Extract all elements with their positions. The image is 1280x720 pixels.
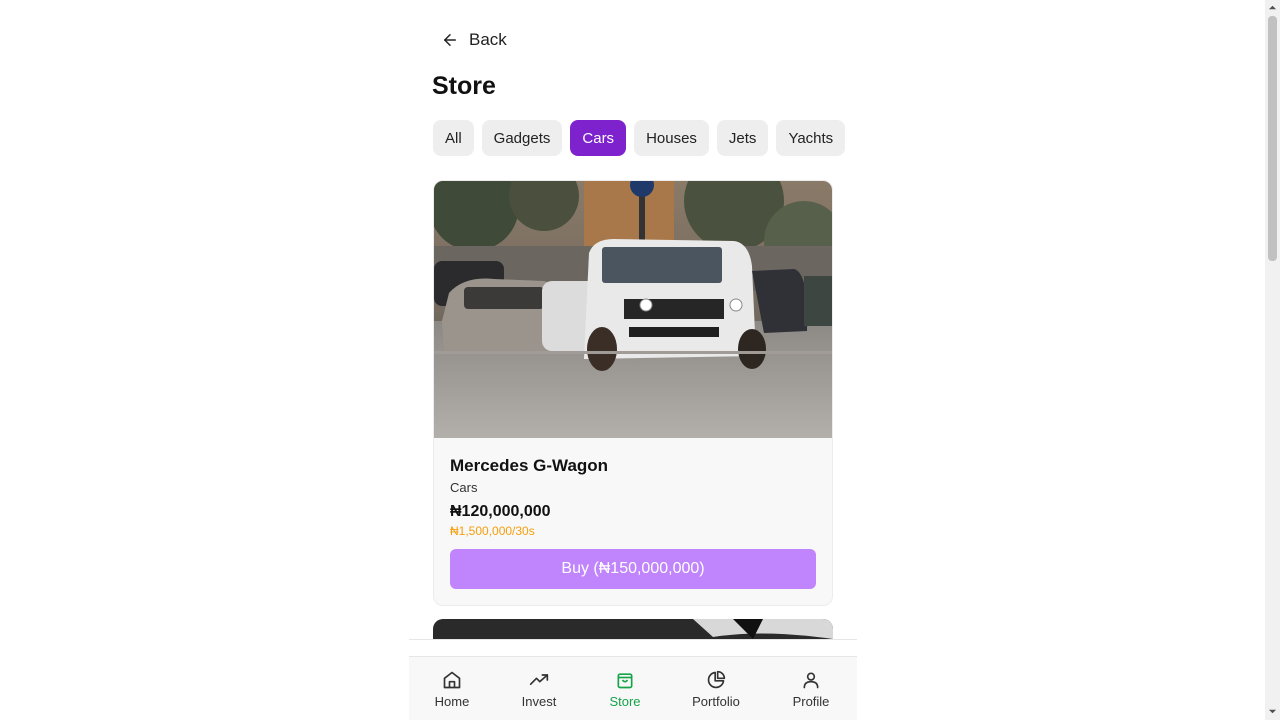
scrollbar-thumb[interactable]: [1268, 16, 1277, 261]
category-filter: All Gadgets Cars Houses Jets Yachts: [433, 120, 846, 156]
product-category: Cars: [450, 480, 478, 495]
shopping-bag-icon: [617, 672, 633, 688]
buy-button[interactable]: Buy (₦150,000,000): [450, 549, 816, 589]
nav-label-profile: Profile: [792, 693, 830, 709]
filter-chip-cars[interactable]: Cars: [570, 120, 627, 156]
arrow-left-icon: [444, 34, 456, 46]
page-title: Store: [432, 72, 496, 100]
page-scrollbar[interactable]: [1265, 0, 1280, 720]
product-info: Mercedes G-Wagon Cars ₦120,000,000 ₦1,50…: [450, 456, 816, 538]
nav-item-invest[interactable]: Invest: [517, 657, 561, 720]
scroll-down-arrow-icon[interactable]: [1268, 707, 1277, 716]
nav-item-portfolio[interactable]: Portfolio: [690, 657, 742, 720]
product-card: Mercedes G-Wagon Cars ₦120,000,000 ₦1,50…: [433, 180, 833, 606]
nav-separator: [409, 639, 857, 656]
back-label: Back: [469, 30, 507, 49]
filter-chip-jets[interactable]: Jets: [716, 120, 769, 156]
product-image: [434, 181, 832, 438]
app-viewport: Back Store All Gadgets Cars Houses Jets …: [0, 0, 1280, 720]
pie-chart-icon: [707, 670, 726, 688]
store-page: Back Store All Gadgets Cars Houses Jets …: [409, 0, 857, 720]
user-icon: [803, 672, 819, 688]
nav-label-portfolio: Portfolio: [692, 693, 740, 709]
filter-chip-all[interactable]: All: [433, 120, 474, 156]
filter-chip-gadgets[interactable]: Gadgets: [481, 120, 563, 156]
product-price: ₦120,000,000: [450, 503, 551, 520]
scroll-up-arrow-icon[interactable]: [1268, 3, 1277, 12]
nav-label-store: Store: [609, 693, 641, 709]
home-icon: [443, 671, 461, 688]
product-earning-rate: ₦1,500,000/30s: [450, 524, 535, 538]
bottom-nav: Home Invest Store Portfolio Profile: [409, 656, 857, 720]
product-name: Mercedes G-Wagon: [450, 456, 609, 475]
nav-label-home: Home: [434, 693, 470, 709]
back-button[interactable]: Back: [441, 26, 507, 54]
filter-chip-houses[interactable]: Houses: [634, 120, 709, 156]
nav-item-store[interactable]: Store: [603, 657, 647, 720]
trending-up-icon: [529, 673, 549, 685]
nav-label-invest: Invest: [521, 693, 557, 709]
nav-item-home[interactable]: Home: [430, 657, 474, 720]
filter-chip-yachts[interactable]: Yachts: [776, 120, 846, 156]
nav-item-profile[interactable]: Profile: [789, 657, 833, 720]
